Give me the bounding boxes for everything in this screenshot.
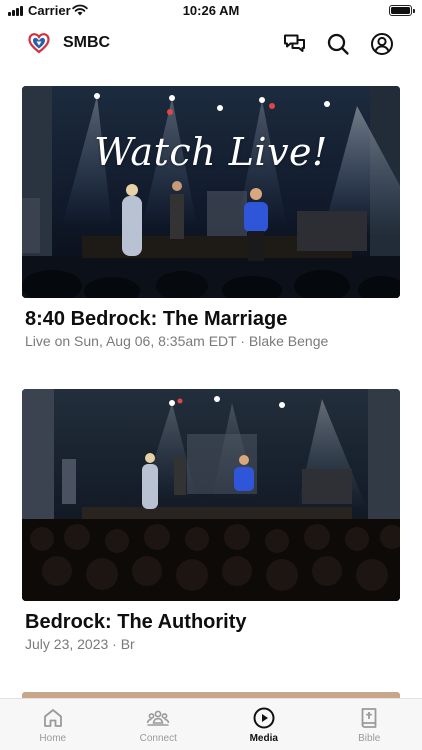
status-bar: Carrier 10:26 AM [0, 0, 422, 22]
app-header: SMBC [0, 26, 422, 62]
sermon-thumbnail[interactable] [22, 389, 400, 601]
media-card-live[interactable]: Watch Live! 8:40 Bedrock: The Marriage L… [22, 86, 400, 350]
tab-label-connect: Connect [139, 733, 177, 744]
clock: 10:26 AM [182, 3, 240, 18]
home-icon [43, 709, 62, 727]
live-stream-thumbnail[interactable]: Watch Live! [22, 86, 400, 298]
media-card-recorded[interactable]: Bedrock: The Authority July 23, 2023 · B… [22, 389, 400, 653]
play-icon [253, 707, 275, 729]
tab-connect[interactable]: Connect [106, 699, 212, 750]
tab-label-media: Media [249, 733, 278, 744]
media-title[interactable]: 8:40 Bedrock: The Marriage [22, 308, 400, 330]
media-subtitle: July 23, 2023 · Br [25, 636, 135, 652]
battery-icon [389, 5, 415, 16]
people-icon [146, 710, 170, 726]
account-icon[interactable] [369, 31, 395, 57]
media-title[interactable]: Bedrock: The Authority [22, 611, 400, 633]
tab-bible[interactable]: Bible [317, 699, 422, 750]
tab-home[interactable]: Home [0, 699, 106, 750]
bible-icon [361, 708, 377, 728]
watch-live-overlay: Watch Live! [94, 130, 328, 174]
tab-bar: Home Connect Media Bible [0, 698, 422, 750]
app-title: SMBC [63, 34, 111, 51]
chat-icon[interactable] [282, 31, 308, 57]
tab-media[interactable]: Media [211, 699, 317, 750]
church-logo-icon[interactable] [27, 31, 51, 55]
media-subtitle: Live on Sun, Aug 06, 8:35am EDT · Blake … [25, 333, 329, 349]
tab-label-home: Home [39, 733, 67, 744]
tab-label-bible: Bible [358, 733, 381, 744]
search-icon[interactable] [325, 31, 351, 57]
